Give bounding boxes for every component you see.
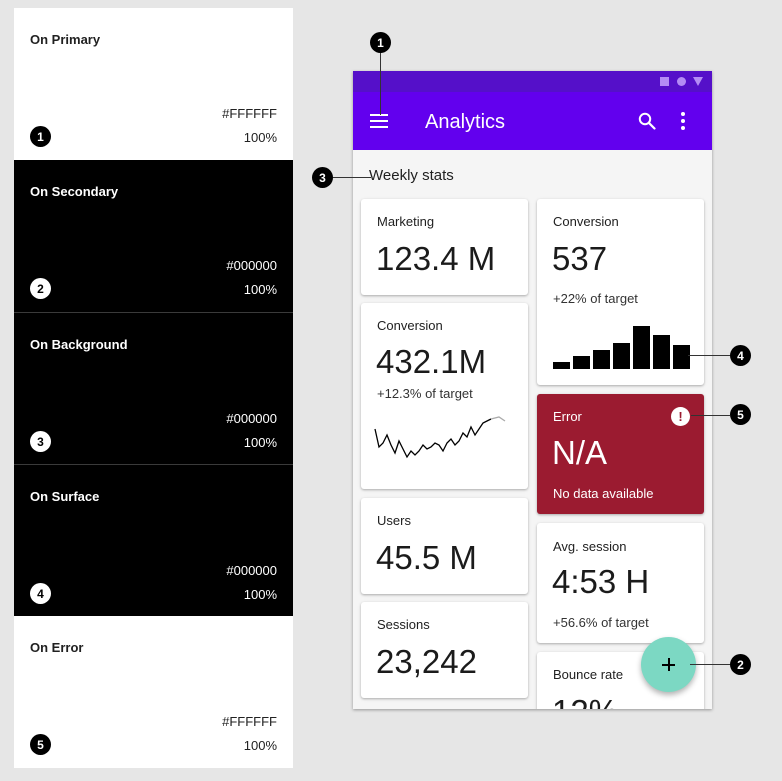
card-conversion-bar[interactable]: Conversion 537 +22% of target <box>537 199 704 385</box>
swatch-badge: 5 <box>30 734 51 755</box>
card-label: Marketing <box>377 214 435 229</box>
menu-icon[interactable] <box>370 114 388 128</box>
error-alert-icon: ! <box>671 407 690 426</box>
card-sessions[interactable]: Sessions 23,242 <box>361 602 528 698</box>
card-value: 45.5 M <box>376 539 477 576</box>
swatch-on-background: On Background #000000 100% 3 <box>14 312 293 464</box>
callout-badge-4: 4 <box>730 345 751 366</box>
status-circle-icon <box>677 77 686 86</box>
card-value: 537 <box>552 240 608 277</box>
top-app-bar: Analytics <box>353 92 712 150</box>
more-vert-icon[interactable] <box>680 110 686 132</box>
bar-chart-bar <box>653 335 670 369</box>
add-fab-button[interactable] <box>641 637 696 692</box>
status-bar <box>353 71 712 92</box>
card-marketing[interactable]: Marketing 123.4 M <box>361 199 528 295</box>
callout-badge-2: 2 <box>730 654 751 675</box>
swatch-on-secondary: On Secondary #000000 100% 2 <box>14 160 293 312</box>
sparkline-tail <box>490 416 506 422</box>
swatch-opacity: 100% <box>243 282 277 297</box>
swatch-hex: #000000 <box>226 258 277 273</box>
card-label: Bounce rate <box>553 667 624 682</box>
callout-leader-4 <box>688 355 730 356</box>
swatch-on-surface: On Surface #000000 100% 4 <box>14 464 293 616</box>
swatch-on-primary: On Primary #FFFFFF 100% 1 <box>14 8 293 160</box>
card-subtext: +12.3% of target <box>377 386 473 401</box>
app-title: Analytics <box>425 111 506 133</box>
card-value: 432.1M <box>376 343 487 380</box>
callout-leader-2 <box>690 664 730 665</box>
swatch-hex: #000000 <box>226 411 277 426</box>
card-label: Conversion <box>377 318 443 333</box>
card-error[interactable]: Error ! N/A No data available <box>537 394 704 514</box>
swatch-badge: 4 <box>30 583 51 604</box>
swatch-on-error: On Error #FFFFFF 100% 5 <box>14 616 293 768</box>
bar-chart-bar <box>573 356 590 369</box>
callout-leader-3 <box>333 177 371 178</box>
swatch-title: On Surface <box>30 489 100 504</box>
section-title: Weekly stats <box>369 167 454 184</box>
swatch-badge: 1 <box>30 126 51 147</box>
status-square-icon <box>660 77 669 86</box>
card-label: Avg. session <box>553 539 627 554</box>
card-value: 123.4 M <box>376 240 496 277</box>
card-label: Conversion <box>553 214 619 229</box>
card-label: Error <box>553 409 582 424</box>
card-users[interactable]: Users 45.5 M <box>361 498 528 594</box>
swatch-title: On Secondary <box>30 184 119 199</box>
card-label: Users <box>377 513 411 528</box>
swatch-opacity: 100% <box>243 587 277 602</box>
swatch-hex: #FFFFFF <box>222 714 277 729</box>
bar-chart-bar <box>613 343 630 369</box>
card-value: 12% <box>552 693 618 709</box>
callout-leader-5 <box>691 415 730 416</box>
card-conversion-line[interactable]: Conversion 432.1M +12.3% of target <box>361 303 528 489</box>
swatch-opacity: 100% <box>243 738 277 753</box>
swatch-hex: #000000 <box>226 563 277 578</box>
card-value: 23,242 <box>376 643 477 680</box>
color-swatch-column: On Primary #FFFFFF 100% 1 On Secondary #… <box>14 8 293 768</box>
bar-chart-bar <box>553 362 570 369</box>
sparkline-line <box>374 418 492 459</box>
swatch-opacity: 100% <box>243 435 277 450</box>
callout-leader-1 <box>380 52 381 115</box>
search-icon[interactable] <box>638 112 656 130</box>
phone-screen: Analytics Weekly stats Marketing 123.4 M… <box>353 71 712 709</box>
swatch-hex: #FFFFFF <box>222 106 277 121</box>
swatch-title: On Error <box>30 640 84 655</box>
swatch-badge: 2 <box>30 278 51 299</box>
bar-chart-bar <box>593 350 610 369</box>
bar-chart-bar <box>673 345 690 369</box>
swatch-title: On Primary <box>30 32 101 47</box>
card-subtext: +56.6% of target <box>553 615 649 630</box>
card-subtext: No data available <box>553 486 654 501</box>
callout-badge-5: 5 <box>730 404 751 425</box>
card-value: N/A <box>552 434 608 471</box>
card-label: Sessions <box>377 617 430 632</box>
swatch-opacity: 100% <box>243 130 277 145</box>
card-value: 4:53 H <box>552 563 650 600</box>
sparkline-chart <box>374 416 506 459</box>
callout-badge-3: 3 <box>312 167 333 188</box>
card-avg-session[interactable]: Avg. session 4:53 H +56.6% of target <box>537 523 704 643</box>
callout-badge-1: 1 <box>370 32 391 53</box>
plus-icon-stroke <box>667 658 670 671</box>
card-subtext: +22% of target <box>553 291 638 306</box>
swatch-badge: 3 <box>30 431 51 452</box>
bar-chart-bar <box>633 326 650 369</box>
status-triangle-icon <box>693 77 703 86</box>
swatch-title: On Background <box>30 337 128 352</box>
